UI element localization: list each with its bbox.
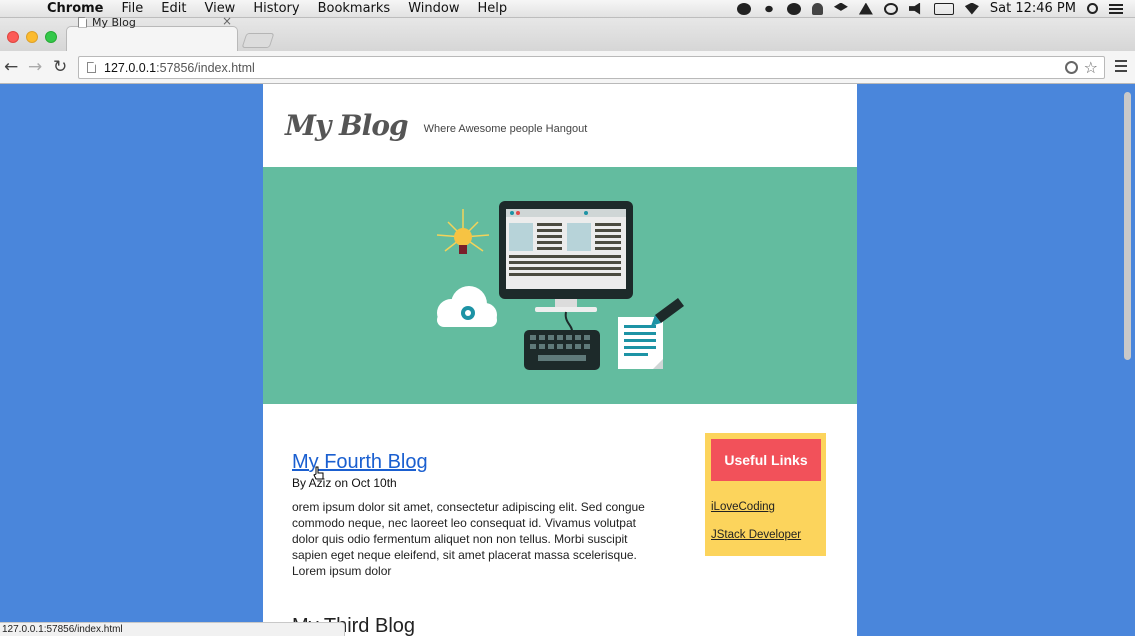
dropbox-icon[interactable] <box>833 2 848 11</box>
sidebar-heading: Useful Links <box>711 439 821 481</box>
page-icon <box>78 16 87 28</box>
address-bar[interactable]: 127.0.0.1:57856/index.html ☆ <box>78 56 1105 79</box>
post-title-link[interactable]: My Fourth Blog <box>292 451 662 474</box>
tab-label-row: My Blog <box>78 12 228 32</box>
menu-help[interactable]: Help <box>468 1 516 16</box>
window-controls <box>7 31 57 43</box>
creative-cloud-icon[interactable] <box>883 2 898 15</box>
checkmark-shield-icon[interactable] <box>786 2 801 15</box>
bookmark-star-icon[interactable]: ☆ <box>1084 58 1098 77</box>
hero-banner <box>263 167 857 404</box>
menu-history[interactable]: History <box>244 1 308 16</box>
google-drive-icon[interactable] <box>858 2 873 15</box>
minimize-window-button[interactable] <box>26 31 38 43</box>
status-bubble: 127.0.0.1:57856/index.html <box>0 622 345 636</box>
menu-bookmarks[interactable]: Bookmarks <box>309 1 400 16</box>
hero-illustration <box>263 167 857 404</box>
bell-icon[interactable] <box>811 2 823 15</box>
zoom-magnifier-icon[interactable] <box>1065 61 1078 74</box>
blog-container: My Blog Where Awesome people Hangout My … <box>263 84 857 636</box>
close-window-button[interactable] <box>7 31 19 43</box>
back-arrow-icon[interactable]: ← <box>4 57 18 77</box>
sidebar-link[interactable]: JStack Developer <box>711 529 801 541</box>
blog-post: My Fourth Blog By Aziz on Oct 10th orem … <box>292 451 662 579</box>
hand-cursor-icon <box>313 466 324 480</box>
menubar-clock[interactable]: Sat 12:46 PM <box>990 1 1076 16</box>
sidebar-link[interactable]: iLoveCoding <box>711 501 775 513</box>
monitor-icon <box>499 201 633 312</box>
page-viewport: My Blog Where Awesome people Hangout My … <box>0 84 1135 636</box>
zoom-window-button[interactable] <box>45 31 57 43</box>
url-text[interactable]: 127.0.0.1:57856/index.html <box>104 61 255 75</box>
tab-title: My Blog <box>92 15 136 29</box>
blog-post: My Third Blog <box>292 615 662 636</box>
site-header: My Blog Where Awesome people Hangout <box>263 84 857 167</box>
scrollbar-thumb[interactable] <box>1124 92 1131 360</box>
spotlight-icon[interactable] <box>1087 3 1098 14</box>
wifi-icon[interactable] <box>964 2 979 15</box>
new-tab-button[interactable] <box>241 33 275 48</box>
browser-toolbar: ← → ↻ 127.0.0.1:57856/index.html ☆ <box>0 51 1135 84</box>
page-info-icon[interactable] <box>87 62 96 73</box>
status-area: Sat 12:46 PM <box>736 1 1135 16</box>
forward-arrow-icon[interactable]: → <box>28 57 42 77</box>
chrome-menu-icon[interactable] <box>1115 60 1127 72</box>
record-icon[interactable] <box>736 2 751 15</box>
menu-window[interactable]: Window <box>399 1 468 16</box>
reload-icon[interactable]: ↻ <box>53 57 67 77</box>
notification-center-icon[interactable] <box>1109 3 1123 14</box>
useful-links-sidebar: Useful Links iLoveCoding JStack Develope… <box>705 433 826 556</box>
tab-close-icon[interactable]: × <box>222 14 232 28</box>
post-title-link[interactable]: My Third Blog <box>292 615 662 636</box>
volume-icon[interactable] <box>908 2 921 15</box>
post-meta: By Aziz on Oct 10th <box>292 476 397 490</box>
brightness-icon[interactable] <box>761 2 776 15</box>
site-logo[interactable]: My Blog <box>285 109 409 142</box>
site-tagline: Where Awesome people Hangout <box>423 122 588 135</box>
post-body: orem ipsum dolor sit amet, consectetur a… <box>292 500 645 578</box>
battery-icon[interactable] <box>933 2 954 15</box>
page-scrollbar[interactable] <box>1120 84 1135 636</box>
